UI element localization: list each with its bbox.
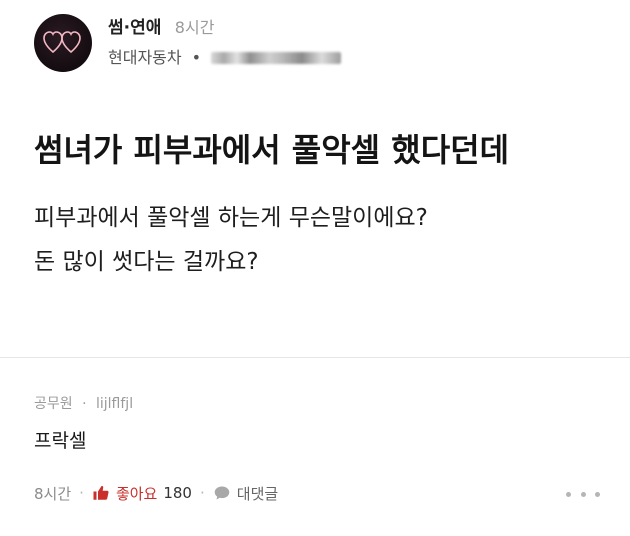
channel-line: 썸·연애 8시간 [108, 18, 214, 38]
action-separator: · [79, 484, 84, 502]
post-author-company: 현대자동차 [108, 48, 182, 67]
post-time: 8시간 [174, 18, 215, 37]
comment-author-line: 공무원 · lijlflfjl [34, 393, 133, 413]
double-heart-icon [43, 31, 81, 54]
comment-time: 8시간 [34, 484, 72, 503]
comment-author-nick[interactable]: lijlflfjl [96, 396, 133, 412]
reply-label: 대댓글 [236, 484, 279, 503]
like-label: 좋아요 [115, 484, 158, 503]
comment-author-separator: · [82, 396, 87, 412]
comment-author-company: 공무원 [34, 396, 73, 412]
post-body: 피부과에서 풀악셀 하는게 무슨말이에요? 돈 많이 썻다는 걸까요? [34, 196, 428, 284]
channel-avatar[interactable] [34, 14, 92, 72]
thumbs-up-icon [93, 485, 109, 500]
comment-text: 프락셀 [34, 430, 87, 452]
action-separator: · [199, 484, 205, 502]
like-button[interactable]: 좋아요 180 [92, 483, 192, 504]
author-separator: • [191, 48, 202, 67]
channel-name[interactable]: 썸·연애 [108, 18, 161, 38]
divider [0, 357, 630, 358]
post-title: 썸녀가 피부과에서 풀악셀 했다던데 [34, 131, 510, 169]
post-body-line: 피부과에서 풀악셀 하는게 무슨말이에요? [34, 205, 428, 231]
more-options-button[interactable] [566, 488, 600, 500]
comment-actions: 8시간 · 좋아요 180 · 대댓글 [34, 482, 278, 504]
post-header: 썸·연애 8시간 현대자동차 • [34, 12, 594, 72]
blurred-author-nickname [211, 52, 342, 64]
speech-bubble-icon [214, 486, 230, 500]
more-dots-icon [580, 491, 586, 497]
post-author-line: 현대자동차 • [108, 48, 342, 68]
post-body-line: 돈 많이 썻다는 걸까요? [34, 249, 259, 275]
like-count: 180 [163, 484, 192, 502]
more-dots-icon [566, 491, 571, 497]
reply-button[interactable]: 대댓글 [213, 483, 278, 504]
more-dots-icon [595, 491, 600, 497]
